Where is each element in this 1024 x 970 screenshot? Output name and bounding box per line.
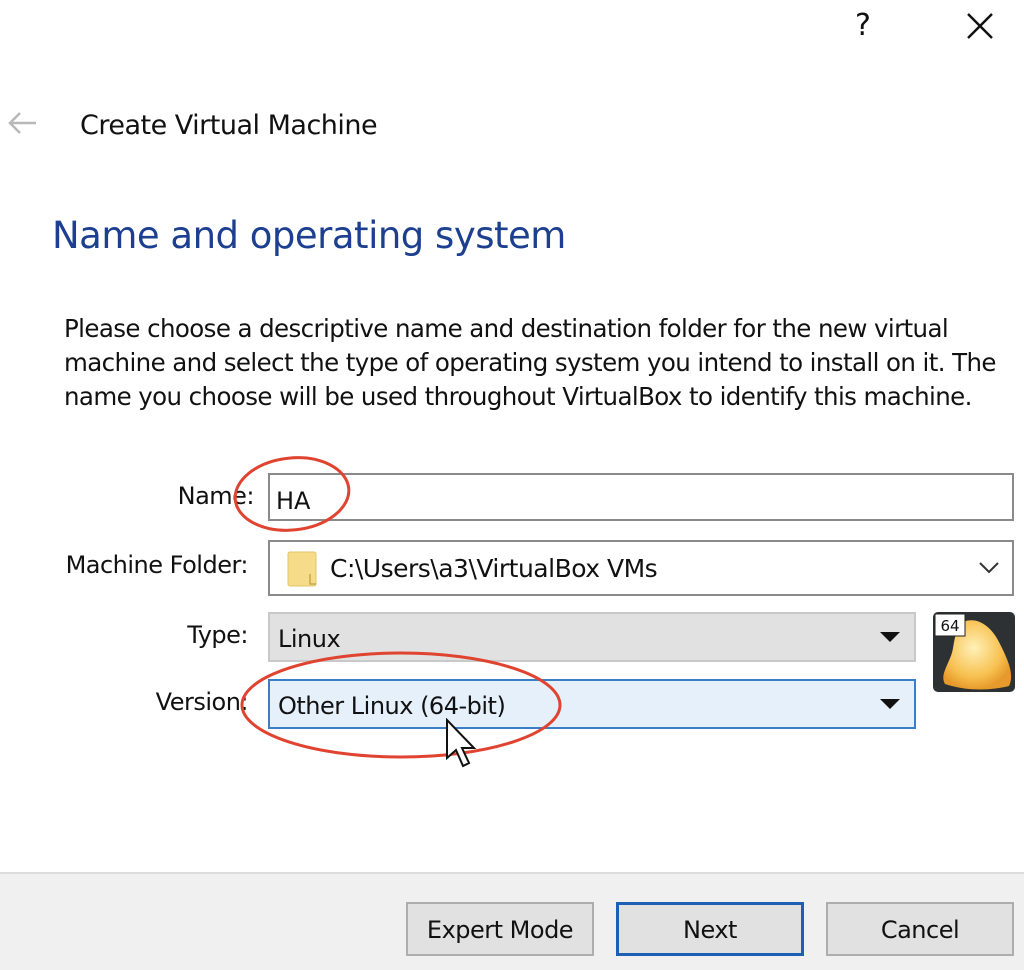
wizard-title: Create Virtual Machine	[80, 110, 378, 141]
bitness-badge-text: 64	[940, 617, 959, 635]
close-button[interactable]	[958, 6, 1002, 46]
back-arrow-icon	[8, 112, 36, 134]
folder-icon	[287, 551, 317, 587]
version-value: Other Linux (64-bit)	[278, 692, 506, 720]
machine-folder-label: Machine Folder:	[65, 551, 249, 579]
help-button[interactable]: ?	[846, 6, 880, 46]
name-field[interactable]	[268, 473, 1014, 521]
button-bar: Expert Mode Next Cancel	[0, 872, 1024, 970]
next-button[interactable]: Next	[616, 902, 804, 956]
cancel-button[interactable]: Cancel	[826, 902, 1014, 956]
close-icon	[967, 13, 993, 39]
machine-folder-combo[interactable]: C:\Users\a3\VirtualBox VMs	[268, 540, 1014, 596]
linux-64-os-icon: 64	[933, 612, 1015, 692]
type-combo[interactable]: Linux	[268, 612, 916, 662]
dropdown-arrow-icon	[880, 699, 900, 709]
version-combo[interactable]: Other Linux (64-bit)	[268, 679, 916, 729]
page-description: Please choose a descriptive name and des…	[64, 314, 996, 411]
chevron-down-icon[interactable]	[976, 556, 1002, 578]
name-label: Name:	[177, 482, 255, 510]
back-button[interactable]	[4, 108, 40, 138]
type-value: Linux	[278, 625, 341, 653]
question-mark-icon: ?	[855, 8, 871, 43]
type-label: Type:	[187, 621, 248, 649]
dropdown-arrow-icon	[880, 632, 900, 642]
expert-mode-button[interactable]: Expert Mode	[406, 902, 594, 956]
page-heading: Name and operating system	[52, 214, 566, 257]
machine-folder-value: C:\Users\a3\VirtualBox VMs	[330, 554, 658, 583]
version-label: Version:	[155, 688, 249, 716]
